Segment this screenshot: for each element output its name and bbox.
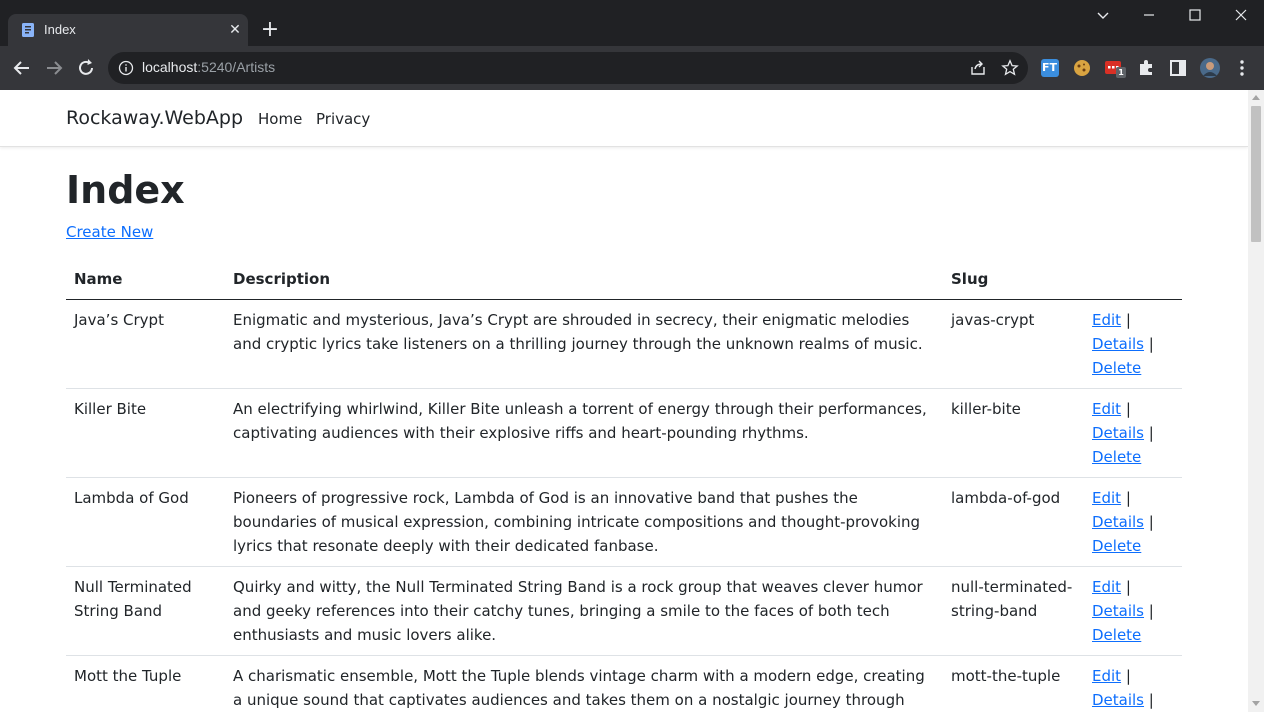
- reload-icon[interactable]: [74, 56, 98, 80]
- link-separator: |: [1121, 310, 1131, 329]
- artist-name: Null Terminated String Band: [66, 566, 225, 656]
- header-actions: [1084, 260, 1182, 300]
- header-slug: Slug: [943, 260, 1084, 300]
- edit-link[interactable]: Edit: [1092, 578, 1121, 596]
- link-separator: |: [1121, 577, 1131, 596]
- row-actions: Edit | Details | Delete: [1084, 299, 1182, 389]
- table-row: Mott the Tuple A charismatic ensemble, M…: [66, 655, 1182, 712]
- artists-table: Name Description Slug Java’s Crypt Enigm…: [66, 260, 1182, 712]
- link-separator: |: [1144, 690, 1154, 709]
- bookmark-star-icon[interactable]: [1001, 59, 1019, 81]
- table-row: Java’s Crypt Enigmatic and mysterious, J…: [66, 299, 1182, 389]
- create-new-link[interactable]: Create New: [66, 223, 153, 241]
- page-title: Index: [66, 168, 185, 212]
- artist-slug: null-terminated-string-band: [943, 566, 1084, 656]
- details-link[interactable]: Details: [1092, 602, 1144, 620]
- site-info-icon[interactable]: [118, 60, 134, 80]
- link-separator: |: [1144, 512, 1154, 531]
- scroll-thumb[interactable]: [1251, 106, 1261, 242]
- edit-link[interactable]: Edit: [1092, 489, 1121, 507]
- artist-slug: mott-the-tuple: [943, 655, 1084, 712]
- link-separator: |: [1121, 488, 1131, 507]
- delete-link[interactable]: Delete: [1092, 626, 1141, 644]
- browser-menu-icon[interactable]: [1232, 58, 1252, 78]
- table-row: Null Terminated String Band Quirky and w…: [66, 566, 1182, 656]
- link-separator: |: [1121, 666, 1131, 685]
- header-description: Description: [225, 260, 943, 300]
- artist-slug: javas-crypt: [943, 299, 1084, 389]
- link-separator: |: [1144, 334, 1154, 353]
- edit-link[interactable]: Edit: [1092, 311, 1121, 329]
- artist-slug: killer-bite: [943, 388, 1084, 478]
- artist-description: Enigmatic and mysterious, Java’s Crypt a…: [225, 299, 943, 389]
- link-separator: |: [1121, 399, 1131, 418]
- counter-extension-icon[interactable]: 1: [1104, 58, 1126, 78]
- minimize-icon[interactable]: [1126, 0, 1172, 30]
- tab-title: Index: [44, 22, 76, 37]
- delete-link[interactable]: Delete: [1092, 448, 1141, 466]
- artist-description: Pioneers of progressive rock, Lambda of …: [225, 477, 943, 567]
- artist-name: Java’s Crypt: [66, 299, 225, 389]
- delete-link[interactable]: Delete: [1092, 359, 1141, 377]
- ft-extension-icon[interactable]: FT: [1040, 58, 1060, 78]
- details-link[interactable]: Details: [1092, 424, 1144, 442]
- side-panel-icon[interactable]: [1168, 58, 1188, 78]
- row-actions: Edit | Details | Delete: [1084, 477, 1182, 567]
- share-icon[interactable]: [969, 59, 987, 81]
- close-window-icon[interactable]: [1218, 0, 1264, 30]
- site-navbar: Rockaway.WebApp Home Privacy: [0, 90, 1248, 147]
- link-separator: |: [1144, 601, 1154, 620]
- scroll-up-icon[interactable]: [1252, 95, 1260, 100]
- edit-link[interactable]: Edit: [1092, 667, 1121, 685]
- extensions-puzzle-icon[interactable]: [1136, 58, 1156, 78]
- cookie-extension-icon[interactable]: [1072, 58, 1092, 78]
- row-actions: Edit | Details | Delete: [1084, 566, 1182, 656]
- table-header-row: Name Description Slug: [66, 260, 1182, 300]
- row-actions: Edit | Details | Delete: [1084, 655, 1182, 712]
- nav-home[interactable]: Home: [258, 110, 302, 128]
- table-row: Killer Bite An electrifying whirlwind, K…: [66, 388, 1182, 478]
- url-host: localhost: [142, 59, 198, 75]
- header-name: Name: [66, 260, 225, 300]
- tab-search-icon[interactable]: [1080, 0, 1126, 30]
- forward-icon[interactable]: [42, 56, 66, 80]
- artist-description: Quirky and witty, the Null Terminated St…: [225, 566, 943, 656]
- page-viewport: Rockaway.WebApp Home Privacy Index Creat…: [0, 90, 1264, 712]
- link-separator: |: [1144, 423, 1154, 442]
- table-row: Lambda of God Pioneers of progressive ro…: [66, 477, 1182, 567]
- page-scrollbar[interactable]: [1248, 90, 1264, 712]
- url-path: :5240/Artists: [197, 59, 276, 75]
- page-icon: [20, 22, 36, 38]
- nav-privacy[interactable]: Privacy: [316, 110, 370, 128]
- artist-name: Lambda of God: [66, 477, 225, 567]
- artist-description: A charismatic ensemble, Mott the Tuple b…: [225, 655, 943, 712]
- extension-badge: 1: [1116, 67, 1126, 78]
- edit-link[interactable]: Edit: [1092, 400, 1121, 418]
- browser-tab[interactable]: Index ✕: [8, 14, 248, 46]
- address-bar[interactable]: localhost:5240/Artists: [108, 52, 1028, 84]
- url-text: localhost:5240/Artists: [142, 59, 275, 75]
- details-link[interactable]: Details: [1092, 691, 1144, 709]
- close-tab-icon[interactable]: ✕: [226, 21, 244, 39]
- delete-link[interactable]: Delete: [1092, 537, 1141, 555]
- profile-avatar[interactable]: [1200, 58, 1220, 78]
- artist-name: Killer Bite: [66, 388, 225, 478]
- artist-slug: lambda-of-god: [943, 477, 1084, 567]
- back-icon[interactable]: [10, 56, 34, 80]
- row-actions: Edit | Details | Delete: [1084, 388, 1182, 478]
- site-brand[interactable]: Rockaway.WebApp: [66, 107, 243, 129]
- details-link[interactable]: Details: [1092, 335, 1144, 353]
- scroll-down-icon[interactable]: [1252, 701, 1260, 706]
- ft-extension-label: FT: [1042, 61, 1058, 74]
- new-tab-icon[interactable]: +: [257, 18, 283, 44]
- browser-titlebar: Index ✕ +: [0, 0, 1264, 46]
- browser-toolbar: localhost:5240/Artists FT 1: [0, 46, 1264, 90]
- maximize-icon[interactable]: [1172, 0, 1218, 30]
- artist-name: Mott the Tuple: [66, 655, 225, 712]
- artist-description: An electrifying whirlwind, Killer Bite u…: [225, 388, 943, 478]
- details-link[interactable]: Details: [1092, 513, 1144, 531]
